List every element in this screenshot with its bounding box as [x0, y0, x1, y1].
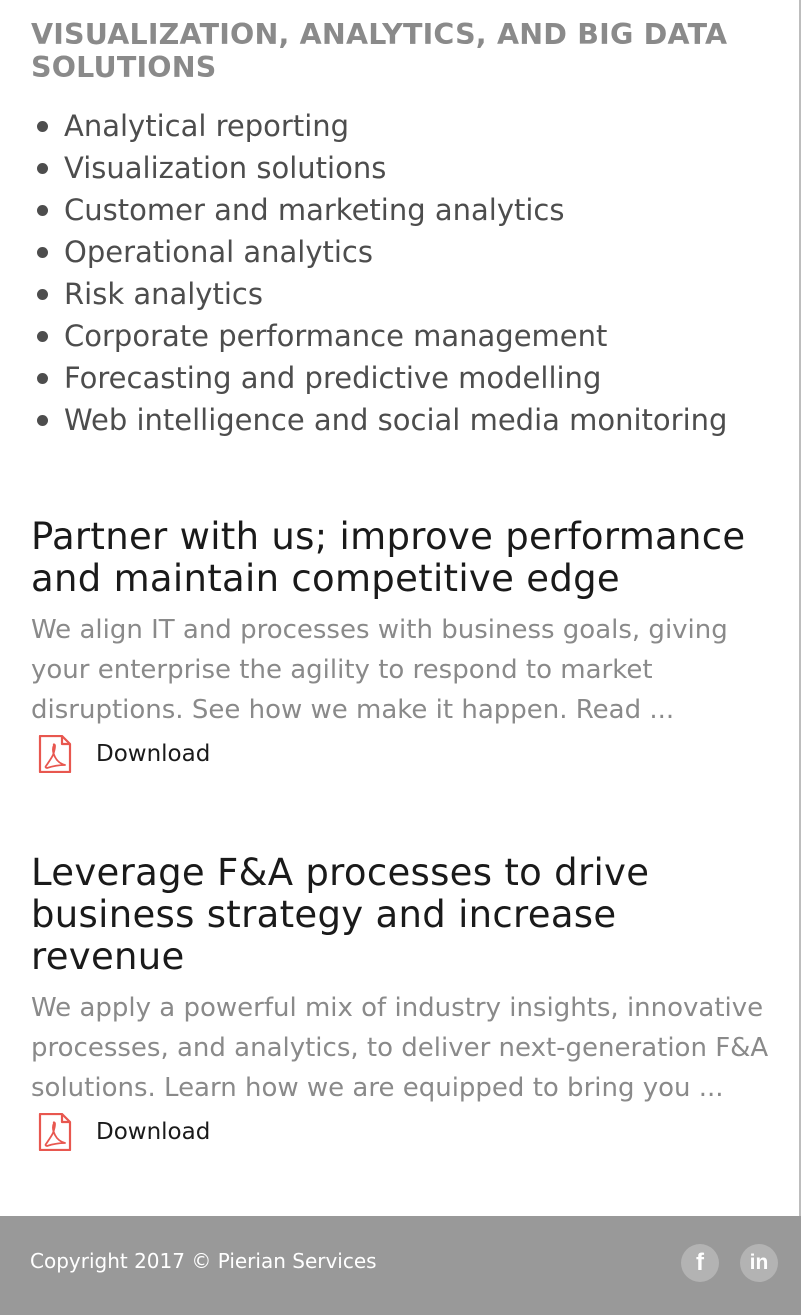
- list-item: Web intelligence and social media monito…: [31, 399, 727, 441]
- bullet-icon: [37, 205, 48, 216]
- download-link[interactable]: Download: [96, 1119, 210, 1145]
- pdf-icon[interactable]: [38, 734, 72, 774]
- list-item: Customer and marketing analytics: [31, 189, 727, 231]
- bullet-icon: [37, 331, 48, 342]
- bullet-icon: [37, 163, 48, 174]
- linkedin-icon[interactable]: in: [740, 1244, 778, 1282]
- page-footer: Copyright 2017 © Pierian Services f in: [0, 1216, 801, 1315]
- bullet-icon: [37, 289, 48, 300]
- list-item-label: Customer and marketing analytics: [64, 193, 565, 227]
- pdf-icon[interactable]: [38, 1112, 72, 1152]
- list-item-label: Forecasting and predictive modelling: [64, 361, 602, 395]
- list-item-label: Visualization solutions: [64, 151, 387, 185]
- copyright-text: Copyright 2017 © Pierian Services: [30, 1249, 377, 1273]
- resource-card-partner: Partner with us; improve performance and…: [31, 516, 776, 774]
- bullet-icon: [37, 373, 48, 384]
- list-item: Operational analytics: [31, 231, 727, 273]
- list-item-label: Analytical reporting: [64, 109, 350, 143]
- list-item: Forecasting and predictive modelling: [31, 357, 727, 399]
- card-description: We align IT and processes with business …: [31, 615, 728, 725]
- solutions-list: Analytical reporting Visualization solut…: [31, 105, 727, 441]
- section-heading: VISUALIZATION, ANALYTICS, AND BIG DATA S…: [31, 18, 728, 84]
- card-title: Leverage F&A processes to drive business…: [31, 851, 650, 978]
- card-description: We apply a powerful mix of industry insi…: [31, 993, 769, 1103]
- list-item: Analytical reporting: [31, 105, 727, 147]
- list-item-label: Web intelligence and social media monito…: [64, 403, 728, 437]
- list-item-label: Operational analytics: [64, 235, 373, 269]
- card-title: Partner with us; improve performance and…: [31, 515, 746, 600]
- list-item: Corporate performance management: [31, 315, 727, 357]
- download-link[interactable]: Download: [96, 741, 210, 767]
- list-item: Risk analytics: [31, 273, 727, 315]
- download-row: Download: [31, 734, 776, 774]
- facebook-icon[interactable]: f: [681, 1244, 719, 1282]
- resource-card-fa: Leverage F&A processes to drive business…: [31, 852, 776, 1152]
- list-item: Visualization solutions: [31, 147, 727, 189]
- bullet-icon: [37, 415, 48, 426]
- bullet-icon: [37, 247, 48, 258]
- download-row: Download: [31, 1112, 776, 1152]
- bullet-icon: [37, 121, 48, 132]
- list-item-label: Corporate performance management: [64, 319, 608, 353]
- list-item-label: Risk analytics: [64, 277, 263, 311]
